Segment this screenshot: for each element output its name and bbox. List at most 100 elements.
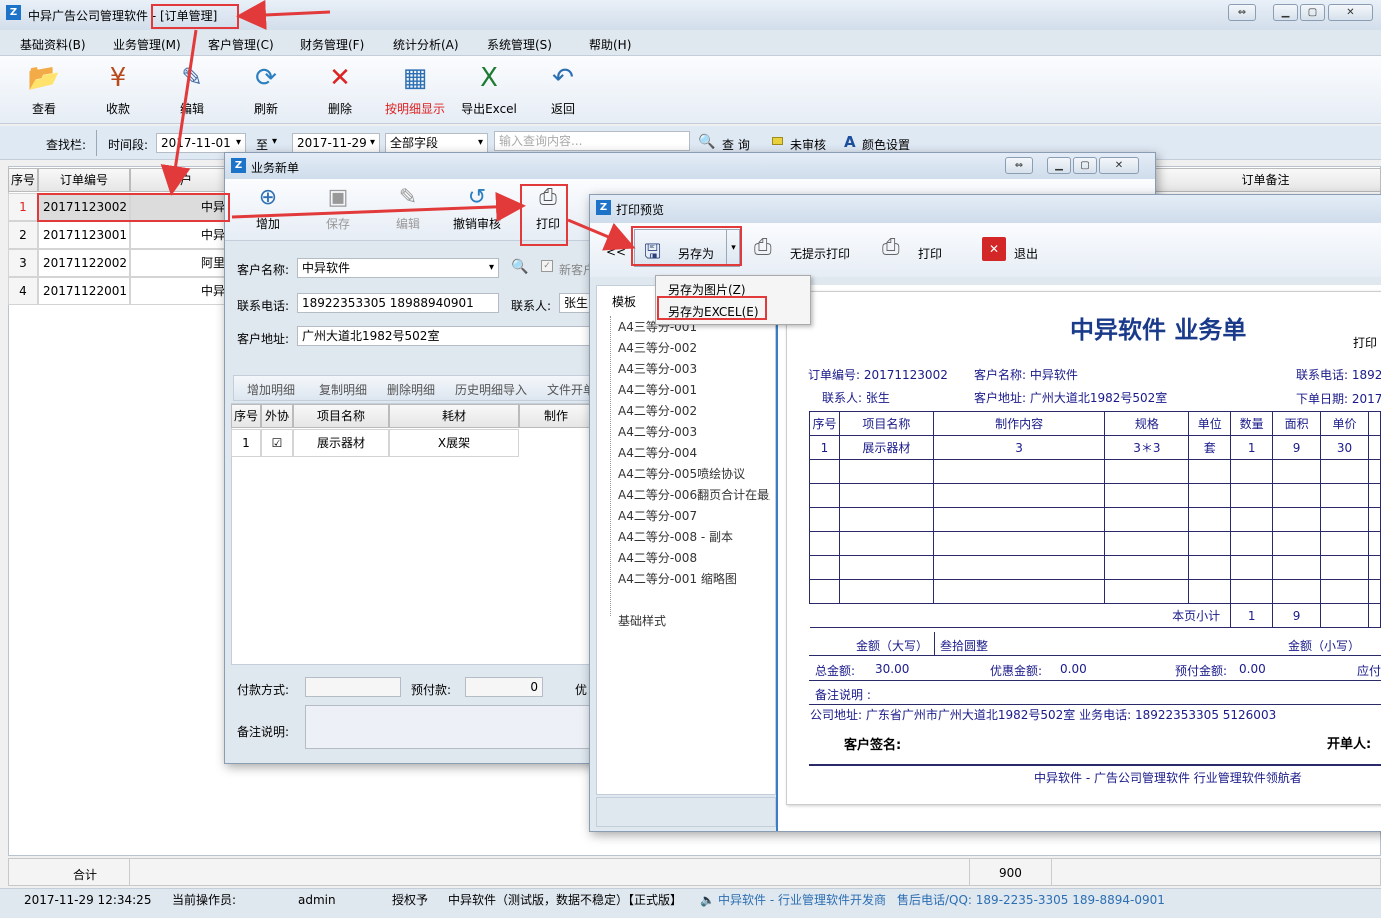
template-item[interactable]: A4三等分-002 — [618, 339, 697, 356]
close-button[interactable]: ✕ — [1328, 4, 1373, 21]
menu-basic[interactable]: 基础资料(B) — [20, 36, 86, 53]
detail-view-button[interactable]: ▦ 按明细显示 — [380, 62, 450, 122]
doc-col-spec: 规格 — [1104, 411, 1190, 436]
template-item[interactable]: A4二等分-008 — [618, 549, 697, 566]
date-to-field[interactable]: 2017-11-29 — [292, 133, 380, 153]
detail-col-production[interactable]: 制作 — [519, 404, 593, 428]
add-detail-button[interactable]: 增加明细 — [247, 381, 295, 398]
col-header-customer[interactable]: 客户 — [130, 168, 230, 192]
menu-customer[interactable]: 客户管理(C) — [208, 36, 274, 53]
template-item[interactable]: A4二等分-005喷绘协议 — [618, 465, 745, 482]
excel-icon: X — [480, 63, 498, 93]
customer-name-field[interactable]: 中异软件 — [297, 258, 499, 278]
doc-print-time-label: 打印 — [1353, 336, 1378, 350]
outsource-checkbox[interactable]: ☑ — [261, 429, 293, 457]
payment-method-field[interactable] — [305, 677, 401, 697]
maximize-button[interactable]: ▢ — [1073, 157, 1097, 174]
template-item[interactable]: A4二等分-001 — [618, 381, 697, 398]
print-window-title: 打印预览 — [616, 203, 665, 217]
receipt-button[interactable]: ¥ 收款 — [88, 62, 148, 122]
search-icon[interactable]: 🔍 — [511, 259, 528, 275]
silent-print-button[interactable]: 无提示打印 — [790, 245, 850, 262]
menu-finance[interactable]: 财务管理(F) — [300, 36, 364, 53]
delete-detail-button[interactable]: 删除明细 — [387, 381, 435, 398]
menu-help[interactable]: 帮助(H) — [589, 36, 631, 53]
save-button[interactable]: ▣ 保存 — [313, 185, 363, 232]
status-license: 中异软件（测试版，数据不稳定）【正式版】 — [448, 893, 683, 907]
delete-x-icon: ✕ — [329, 63, 351, 93]
back-button[interactable]: ↶ 返回 — [533, 62, 593, 122]
doc-cell: 3 — [932, 435, 1106, 460]
detail-col-outsource[interactable]: 外协 — [261, 404, 293, 428]
minimize-button[interactable]: ▁ — [1273, 4, 1298, 21]
status-developer[interactable]: 中异软件 - 行业管理软件开发商 — [718, 889, 886, 911]
to-dropdown-icon[interactable]: ▾ — [272, 136, 277, 147]
print-button[interactable]: 打印 — [918, 245, 942, 262]
maximize-button[interactable]: ▢ — [1300, 4, 1325, 21]
phone-label: 联系电话: — [237, 299, 290, 313]
restore-size-icon[interactable]: ⇔ — [1005, 157, 1033, 174]
template-item[interactable]: A4二等分-002 — [618, 402, 697, 419]
template-item[interactable]: A4二等分-008 - 副本 — [618, 528, 733, 545]
col-header-order-note[interactable]: 订单备注 — [1150, 168, 1381, 192]
export-excel-button[interactable]: X 导出Excel — [456, 62, 522, 122]
biz-titlebar: Z 业务新单 ⇔ ▁ ▢ ✕ — [225, 153, 1155, 179]
search-button[interactable]: 查 询 — [722, 136, 750, 153]
col-header-order-no[interactable]: 订单编号 — [38, 168, 130, 192]
close-button[interactable]: ✕ — [1099, 157, 1139, 174]
color-settings-button[interactable]: 颜色设置 — [862, 136, 910, 153]
doc-subtotal-row: 本页小计 1 9 — [809, 603, 1381, 628]
main-toolbar: 📂 查看 ¥ 收款 ✎ 编辑 ⟳ 刷新 ✕ 删除 ▦ 按明细显示 X 导出Excel ↶ 返回 — [0, 56, 1381, 124]
history-import-button[interactable]: 历史明细导入 — [455, 381, 527, 398]
highlight-box — [520, 184, 568, 246]
delete-button[interactable]: ✕ 删除 — [310, 62, 370, 122]
restore-size-icon[interactable]: ⇔ — [1228, 4, 1256, 21]
exit-button[interactable]: 退出 — [1014, 245, 1038, 262]
search-input[interactable]: 输入查询内容... — [494, 131, 690, 151]
prepay-field[interactable]: 0 — [465, 677, 543, 697]
remark-field[interactable] — [305, 705, 595, 749]
row-order-no: 20171122001 — [38, 277, 130, 305]
menu-stats[interactable]: 统计分析(A) — [393, 36, 459, 53]
add-button[interactable]: ⊕ 增加 — [243, 185, 293, 232]
table-row — [809, 483, 1381, 508]
collapse-panel-button[interactable]: << — [606, 245, 626, 259]
detail-col-material[interactable]: 耗材 — [389, 404, 519, 428]
divider — [96, 130, 97, 156]
view-button[interactable]: 📂 查看 — [14, 62, 74, 122]
new-customer-checkbox[interactable]: ✓ — [541, 260, 553, 272]
file-order-button[interactable]: 文件开单 — [547, 381, 595, 398]
col-header-seq[interactable]: 序号 — [8, 168, 38, 192]
address-field[interactable]: 广州大道北1982号502室 — [297, 326, 597, 346]
doc-amount-cn: 叁拾圆整 — [940, 639, 989, 653]
edit-button[interactable]: ✎ 编辑 — [383, 185, 433, 232]
field-select[interactable]: 全部字段 — [385, 133, 488, 153]
minimize-button[interactable]: ▁ — [1047, 157, 1071, 174]
template-item[interactable]: A4二等分-004 — [618, 444, 697, 461]
detail-col-item[interactable]: 项目名称 — [293, 404, 389, 428]
template-item[interactable]: 基础样式 — [618, 612, 666, 629]
status-license-label: 授权予 — [392, 893, 429, 907]
money-hand-icon: ¥ — [109, 63, 127, 93]
unaudited-filter[interactable]: 未审核 — [790, 136, 826, 153]
template-item[interactable]: A4三等分-003 — [618, 360, 697, 377]
edit-button[interactable]: ✎ 编辑 — [162, 62, 222, 122]
template-item[interactable]: A4二等分-003 — [618, 423, 697, 440]
date-from-field[interactable]: 2017-11-01 — [156, 133, 246, 153]
refresh-button[interactable]: ⟳ 刷新 — [236, 62, 296, 122]
template-item[interactable]: A4二等分-006翻页合计在最后 — [618, 486, 770, 503]
template-item[interactable]: A4二等分-007 — [618, 507, 697, 524]
template-item[interactable]: A4二等分-001 缩略图 — [618, 570, 737, 587]
copy-detail-button[interactable]: 复制明细 — [319, 381, 367, 398]
phone-field[interactable]: 18922353305 18988940901 — [297, 293, 499, 313]
edit-icon: ✎ — [181, 63, 203, 93]
total-sum: 900 — [999, 866, 1022, 880]
detail-row-item: 展示器材 — [293, 429, 389, 457]
divider — [129, 859, 130, 885]
menu-system[interactable]: 系统管理(S) — [487, 36, 552, 53]
highlight-box — [657, 296, 767, 320]
revoke-audit-button[interactable]: ↺ 撤销审核 — [447, 185, 507, 232]
menu-business[interactable]: 业务管理(M) — [113, 36, 181, 53]
total-label: 合计 — [73, 868, 98, 882]
detail-col-seq[interactable]: 序号 — [231, 404, 261, 428]
